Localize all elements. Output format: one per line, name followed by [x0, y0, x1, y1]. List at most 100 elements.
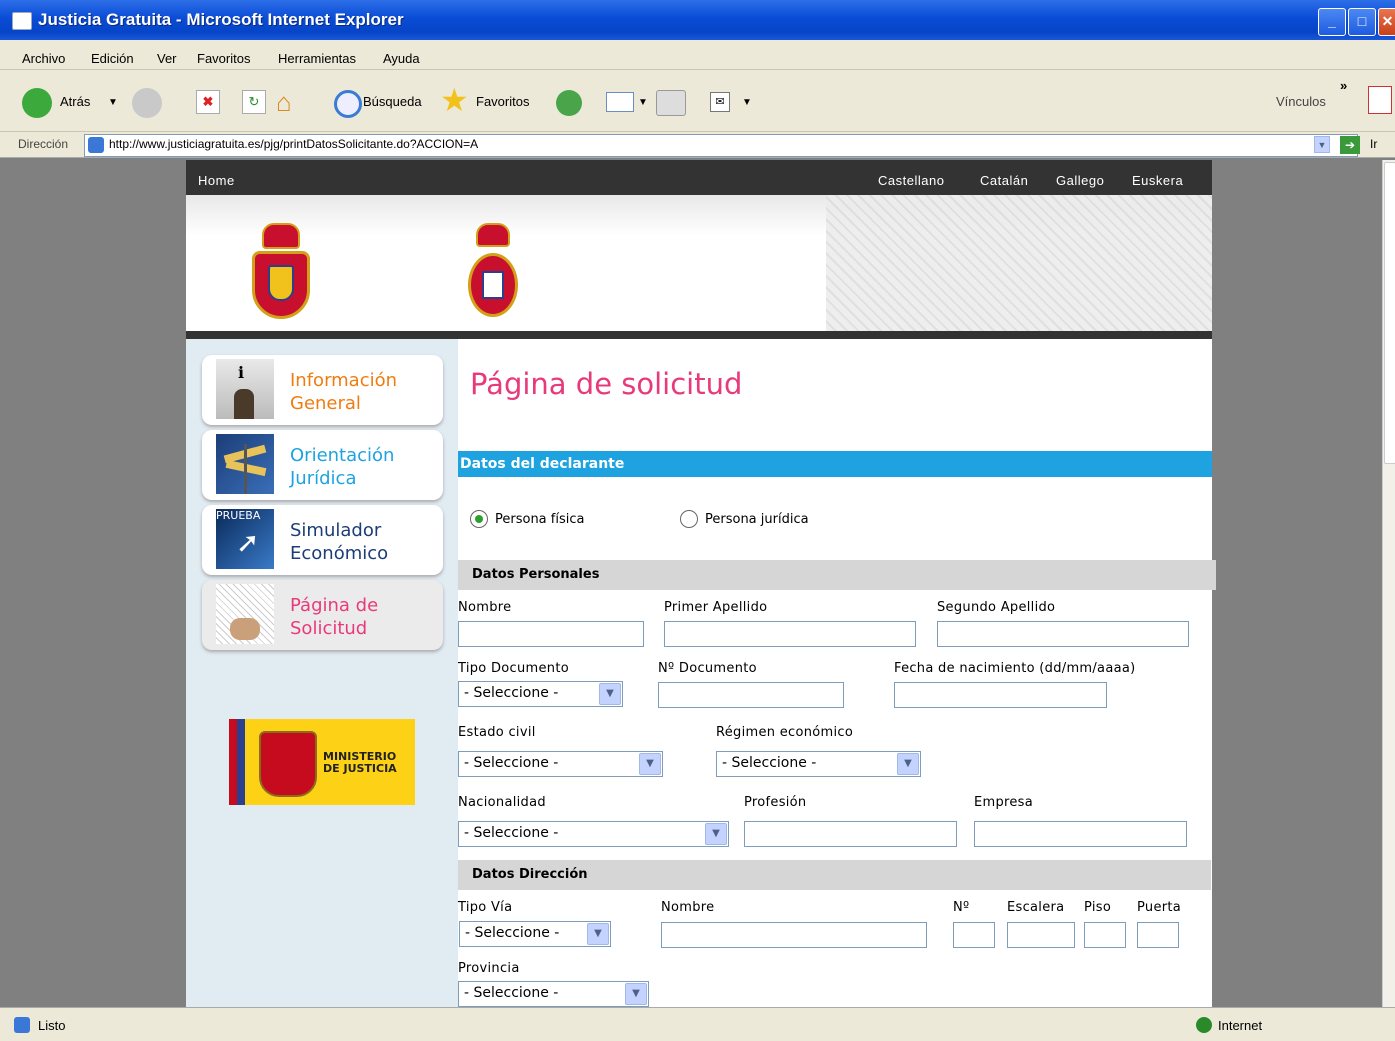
- nombre-input[interactable]: [458, 621, 644, 647]
- escalera-input[interactable]: [1007, 922, 1075, 948]
- prueba-badge: PRUEBA: [216, 509, 261, 522]
- refresh-icon[interactable]: ↻: [242, 90, 266, 114]
- regimen-economico-select[interactable]: - Seleccione - ▼: [716, 751, 921, 777]
- back-button[interactable]: Atrás: [60, 94, 90, 109]
- subsection-datos-personales: Datos Personales: [458, 560, 1216, 590]
- chevron-down-icon: ▼: [625, 983, 647, 1005]
- back-arrow-icon[interactable]: [22, 88, 52, 118]
- sidebar-item-orientacion-juridica[interactable]: Orientación Jurídica: [202, 430, 443, 500]
- pdf-icon[interactable]: [1368, 86, 1392, 114]
- label-puerta: Puerta: [1137, 900, 1182, 915]
- sidebar-label-line2: Jurídica: [290, 468, 357, 489]
- puerta-input[interactable]: [1137, 922, 1179, 948]
- links-chevron-icon[interactable]: »: [1340, 78, 1347, 93]
- sidebar-label-line1: Orientación: [290, 445, 395, 466]
- search-button[interactable]: Búsqueda: [363, 94, 422, 109]
- scrollbar-thumb[interactable]: [1384, 162, 1395, 464]
- banner-divider: [186, 331, 1212, 339]
- nacionalidad-select[interactable]: - Seleccione - ▼: [458, 821, 729, 847]
- primer-apellido-input[interactable]: [664, 621, 916, 647]
- search-icon[interactable]: [334, 90, 362, 118]
- menu-archivo[interactable]: Archivo: [22, 51, 65, 66]
- back-dropdown-icon[interactable]: ▼: [108, 97, 118, 108]
- tipo-documento-select[interactable]: - Seleccione - ▼: [458, 681, 623, 707]
- cursor-icon: PRUEBA ➚: [216, 509, 274, 569]
- label-numero: Nº: [953, 900, 970, 915]
- select-value: - Seleccione -: [722, 755, 817, 771]
- history-icon[interactable]: [556, 90, 582, 116]
- numero-input[interactable]: [953, 922, 995, 948]
- sidebar-label-line2: Solicitud: [290, 618, 368, 639]
- internet-globe-icon: [1196, 1017, 1212, 1033]
- title-bar: Justicia Gratuita - Microsoft Internet E…: [0, 0, 1395, 40]
- go-button[interactable]: Ir: [1370, 137, 1377, 151]
- select-value: - Seleccione -: [464, 825, 559, 841]
- label-num-documento: Nº Documento: [658, 661, 757, 676]
- address-label: Dirección: [18, 137, 69, 151]
- council-seal-image: [826, 195, 1212, 331]
- edit-icon[interactable]: ✉: [710, 92, 730, 112]
- profesion-input[interactable]: [744, 821, 957, 847]
- label-tipo-documento: Tipo Documento: [458, 661, 569, 676]
- num-documento-input[interactable]: [658, 682, 844, 708]
- label-persona-juridica: Persona jurídica: [705, 512, 809, 527]
- tipo-via-select[interactable]: - Seleccione - ▼: [459, 921, 611, 947]
- address-input[interactable]: http://www.justiciagratuita.es/pjg/print…: [84, 134, 1358, 157]
- mail-dropdown-icon[interactable]: ▼: [638, 97, 648, 108]
- radio-persona-juridica[interactable]: [680, 510, 698, 528]
- provincia-select[interactable]: - Seleccione - ▼: [458, 981, 649, 1007]
- sidebar: i Información General Orientación Jurídi…: [186, 339, 458, 1007]
- chevron-down-icon: ▼: [705, 823, 727, 845]
- menu-ayuda[interactable]: Ayuda: [383, 51, 420, 66]
- favorites-button[interactable]: Favoritos: [476, 94, 529, 109]
- info-person-icon: i: [216, 359, 274, 419]
- address-url: http://www.justiciagratuita.es/pjg/print…: [109, 137, 479, 151]
- radio-persona-fisica[interactable]: [470, 510, 488, 528]
- menu-favoritos[interactable]: Favoritos: [197, 51, 250, 66]
- label-regimen-economico: Régimen económico: [716, 725, 854, 740]
- status-text: Listo: [38, 1018, 66, 1033]
- segundo-apellido-input[interactable]: [937, 621, 1189, 647]
- favorites-star-icon[interactable]: ★: [440, 84, 469, 116]
- home-icon[interactable]: ⌂: [276, 88, 306, 116]
- stop-icon[interactable]: ✖: [196, 90, 220, 114]
- mail-icon[interactable]: [606, 92, 634, 112]
- print-icon[interactable]: [656, 90, 686, 116]
- piso-input[interactable]: [1084, 922, 1126, 948]
- go-arrow-icon[interactable]: ➔: [1340, 136, 1360, 154]
- nav-home-link[interactable]: Home: [198, 173, 235, 188]
- close-button[interactable]: ✕: [1378, 8, 1395, 36]
- menu-herramientas[interactable]: Herramientas: [278, 51, 356, 66]
- lang-castellano[interactable]: Castellano: [878, 173, 944, 188]
- estado-civil-select[interactable]: - Seleccione - ▼: [458, 751, 663, 777]
- forward-arrow-icon[interactable]: [132, 88, 162, 118]
- maximize-button[interactable]: □: [1348, 8, 1376, 36]
- top-navigation: Home Castellano Catalán Gallego Euskera: [186, 160, 1212, 195]
- sidebar-item-pagina-solicitud[interactable]: Página de Solicitud: [202, 580, 443, 650]
- vertical-scrollbar[interactable]: [1382, 160, 1395, 1007]
- label-primer-apellido: Primer Apellido: [664, 600, 768, 615]
- lang-catalan[interactable]: Catalán: [980, 173, 1028, 188]
- lang-gallego[interactable]: Gallego: [1056, 173, 1104, 188]
- sidebar-item-informacion-general[interactable]: i Información General: [202, 355, 443, 425]
- address-dropdown-icon[interactable]: ▼: [1314, 136, 1330, 153]
- ministerio-justicia-logo[interactable]: MINISTERIO DE JUSTICIA: [229, 719, 415, 805]
- empresa-input[interactable]: [974, 821, 1187, 847]
- label-nacionalidad: Nacionalidad: [458, 795, 546, 810]
- lang-euskera[interactable]: Euskera: [1132, 173, 1183, 188]
- fecha-nacimiento-input[interactable]: [894, 682, 1107, 708]
- window-title: Justicia Gratuita - Microsoft Internet E…: [38, 10, 404, 29]
- label-fecha-nacimiento: Fecha de nacimiento (dd/mm/aaaa): [894, 661, 1136, 676]
- label-tipo-via: Tipo Vía: [458, 900, 513, 915]
- links-label[interactable]: Vínculos: [1276, 94, 1326, 109]
- sidebar-item-simulador-economico[interactable]: PRUEBA ➚ Simulador Económico: [202, 505, 443, 575]
- ministry-line2: DE JUSTICIA: [323, 762, 397, 775]
- minimize-button[interactable]: _: [1318, 8, 1346, 36]
- edit-dropdown-icon[interactable]: ▼: [742, 97, 752, 108]
- section-header-declarante: Datos del declarante: [458, 451, 1212, 477]
- page-icon: [88, 137, 104, 153]
- bar-association-logo: [468, 223, 518, 323]
- menu-edicion[interactable]: Edición: [91, 51, 134, 66]
- nombre-via-input[interactable]: [661, 922, 927, 948]
- menu-ver[interactable]: Ver: [157, 51, 177, 66]
